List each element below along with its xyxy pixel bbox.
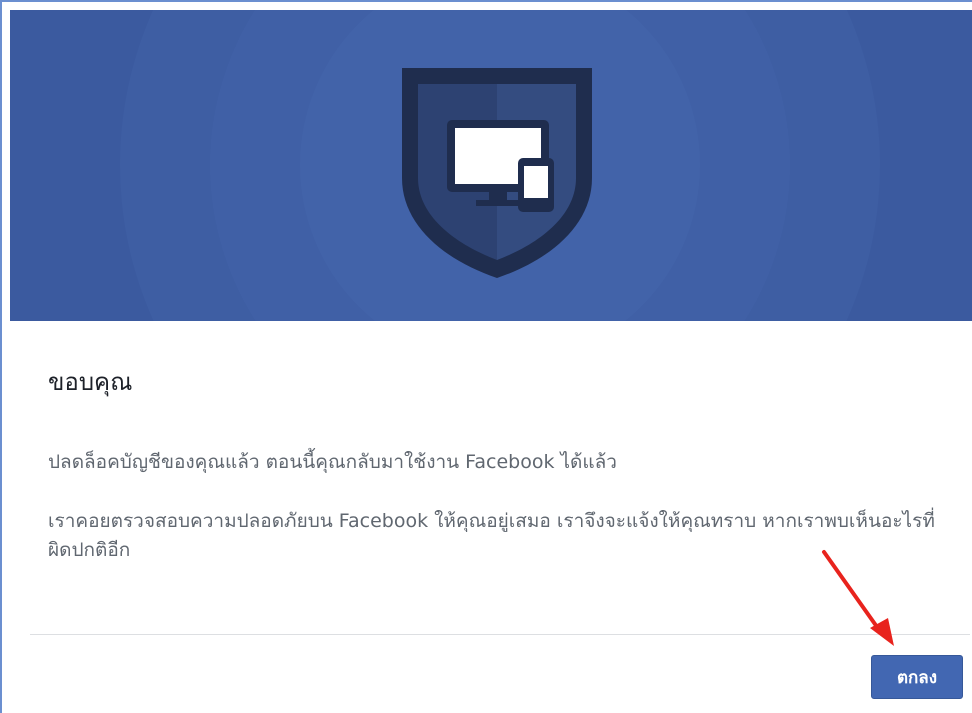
ok-button[interactable]: ตกลง [871, 655, 963, 699]
footer-divider [30, 634, 970, 635]
banner-illustration [120, 10, 880, 321]
dialog-body: ขอบคุณ ปลดล็อคบัญชีของคุณแล้ว ตอนนี้คุณก… [48, 362, 948, 561]
unlock-message: ปลดล็อคบัญชีของคุณแล้ว ตอนนี้คุณกลับมาใช… [48, 451, 617, 473]
security-message: เราคอยตรวจสอบความปลอดภัยบน Facebook ให้ค… [48, 510, 935, 561]
account-unlocked-dialog: ขอบคุณ ปลดล็อคบัญชีของคุณแล้ว ตอนนี้คุณก… [0, 0, 972, 713]
security-banner [10, 10, 972, 321]
dialog-title: ขอบคุณ [48, 368, 133, 396]
